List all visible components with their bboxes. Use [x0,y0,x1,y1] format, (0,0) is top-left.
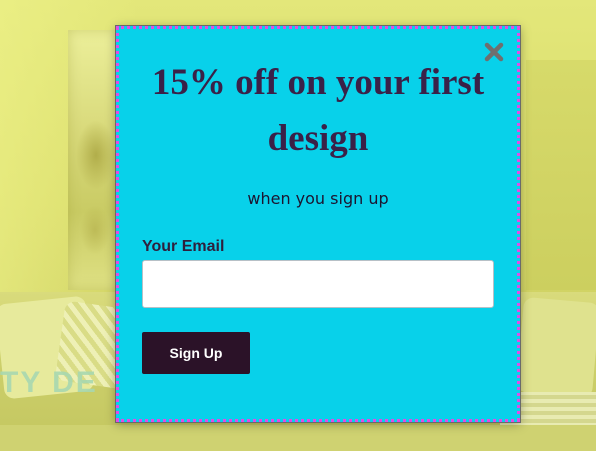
email-label: Your Email [142,238,225,255]
popup-subheadline: when you sign up [247,189,389,208]
popup-headline: 15% off on your first design [151,62,485,159]
background-brand-text: TY DE [0,366,98,399]
background-pillow [516,296,596,399]
email-field[interactable] [142,260,494,308]
sign-up-button[interactable]: Sign Up [142,332,250,374]
signup-popup: 15% off on your first design when you si… [116,26,520,422]
background-floor [0,425,596,451]
background-wall-right [526,60,596,290]
